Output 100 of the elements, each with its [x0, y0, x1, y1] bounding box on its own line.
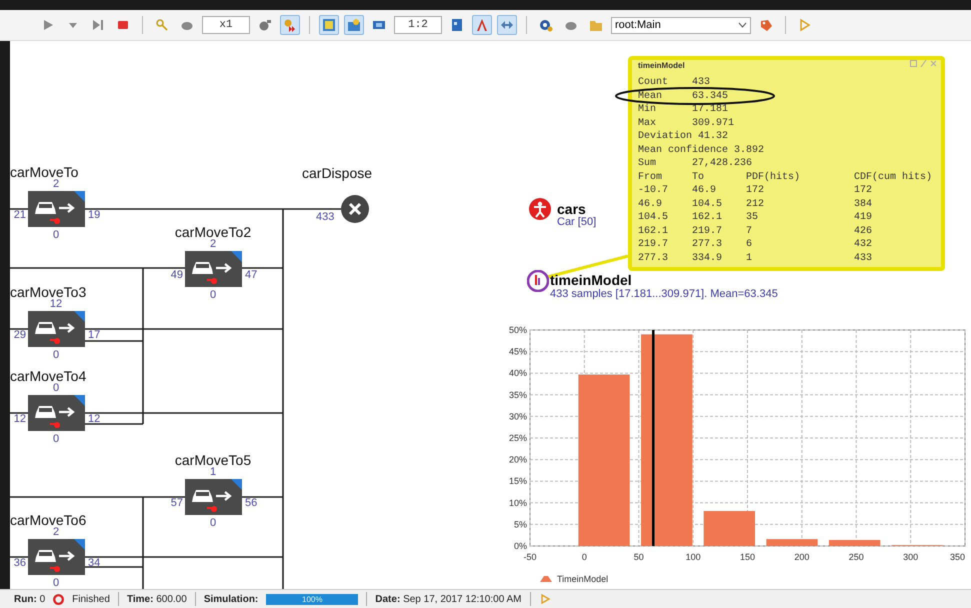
axis-tick-label: 15% [508, 476, 527, 486]
block-count: 12 [14, 413, 26, 425]
axis-tick-label: 300 [903, 552, 918, 562]
block-count: 2 [210, 238, 216, 250]
table-cell-text: 277.3 [692, 238, 724, 252]
column-header: CDF(cum hits) [854, 170, 934, 184]
table-cell-text: 46.9 [692, 184, 718, 198]
film-icon [372, 18, 386, 32]
dataset-name: timeinModel [550, 272, 632, 288]
block-count: 29 [14, 329, 26, 341]
connector-line [10, 328, 28, 330]
axis-tick-label: 25% [508, 433, 527, 443]
camera-icon [258, 18, 272, 32]
table-cell-text: 104.5 [692, 198, 724, 211]
table-cell-text: 277.3 [638, 252, 670, 265]
connector-line [10, 412, 28, 414]
block-name: carMoveTo5 [174, 452, 252, 468]
table-cell-text: 162.1 [692, 211, 724, 224]
block-count: 0 [52, 577, 60, 589]
axis-tick-label: 100 [686, 552, 701, 562]
table-cell-text: -10.7 [638, 184, 670, 198]
move-block[interactable] [185, 479, 242, 515]
block-count: 2 [52, 526, 60, 538]
tag-icon [759, 18, 773, 32]
table-cell-text: 334.9 [692, 252, 724, 265]
block-count: 47 [245, 269, 258, 281]
pin-icon[interactable] [910, 60, 917, 67]
stop-status-icon [53, 594, 64, 604]
block-count: 433 [316, 211, 334, 223]
move-block[interactable] [28, 311, 85, 347]
move-block[interactable] [28, 191, 85, 227]
step-icon [91, 18, 105, 32]
axis-tick-label: 50% [508, 325, 527, 335]
axis-tick-label: 5% [514, 519, 527, 530]
agent-name: cars [557, 201, 586, 217]
gear-icon [539, 18, 553, 32]
table-cell-text: 35 [746, 211, 760, 224]
edit-icon[interactable] [920, 60, 927, 67]
block-count: 57 [170, 497, 183, 509]
fit-icon [450, 18, 464, 32]
dataset-detail: 433 samples [17.181...309.971]. Mean=63.345 [550, 288, 778, 300]
table-cell-text: 1 [746, 252, 754, 265]
stat-value: 309.971 [692, 116, 734, 130]
column-header: To [692, 170, 706, 184]
table-cell-text: 219.7 [692, 224, 724, 238]
date-label: Date: Sep 17, 2017 12:10:00 AM [375, 594, 522, 604]
block-count: 0 [52, 382, 60, 394]
time-label: Time: 600.00 [126, 594, 187, 604]
axis-tick-label: 45% [508, 346, 527, 357]
table-cell-text: 172 [854, 184, 874, 198]
legend-label: TimeinModel [557, 574, 608, 584]
toolbar-button[interactable] [472, 15, 492, 35]
block-name: carMoveTo4 [10, 368, 86, 384]
column-header: From [638, 170, 664, 184]
progress-text: 100% [301, 594, 324, 604]
histogram-bar [704, 511, 756, 546]
connector-line [10, 208, 28, 210]
folder-icon [589, 18, 603, 32]
chevron-icon [738, 22, 747, 28]
person-icon [529, 198, 551, 220]
axis-tick-label: -50 [524, 552, 536, 562]
axis-tick-label: 150 [740, 552, 756, 562]
block-count: 21 [14, 209, 26, 221]
histogram-bar [766, 539, 818, 546]
run-state: Finished [72, 594, 110, 604]
close-icon[interactable] [930, 60, 937, 67]
block-count: 0 [210, 517, 216, 529]
dispose-block[interactable] [341, 195, 369, 223]
table-cell-text: 7 [746, 224, 754, 238]
axis-tick-label: 250 [848, 552, 864, 562]
stat-value: 63.345 [692, 90, 728, 103]
toolbar-button[interactable] [344, 15, 364, 35]
block-count: 0 [52, 433, 60, 445]
toolbar-button[interactable] [319, 15, 339, 35]
stat-label: Sum [638, 157, 658, 170]
popup-title: timeinModel [638, 60, 685, 72]
move-block[interactable] [185, 251, 242, 287]
axis-tick-label: 0 [582, 552, 587, 562]
toolbar-button[interactable] [497, 15, 517, 35]
block-count: 0 [52, 229, 60, 241]
stat-label: Max [638, 116, 658, 130]
move-block[interactable] [28, 395, 85, 431]
block-count: 2 [52, 178, 60, 190]
table-cell-text: 162.1 [638, 224, 670, 238]
block-name: carMoveTo [10, 164, 78, 180]
block-count: 0 [210, 289, 216, 301]
stat-label: Mean [638, 90, 664, 103]
move-block[interactable] [28, 539, 85, 575]
axis-tick-label: 35% [508, 390, 527, 400]
speed-field[interactable]: x1 [202, 16, 250, 34]
table-cell-text: 6 [746, 238, 754, 252]
table-cell-text: 172 [746, 184, 766, 198]
view-select[interactable]: root:Main [611, 16, 751, 34]
stat-label: Deviation [638, 130, 692, 144]
column-header: PDF(hits) [746, 170, 802, 184]
connector-line [10, 556, 28, 558]
axis-tick-label: 50 [634, 552, 644, 562]
stat-label: Count [638, 76, 670, 90]
toolbar-button[interactable] [280, 15, 300, 35]
zoom-field[interactable]: 1:2 [394, 16, 442, 34]
